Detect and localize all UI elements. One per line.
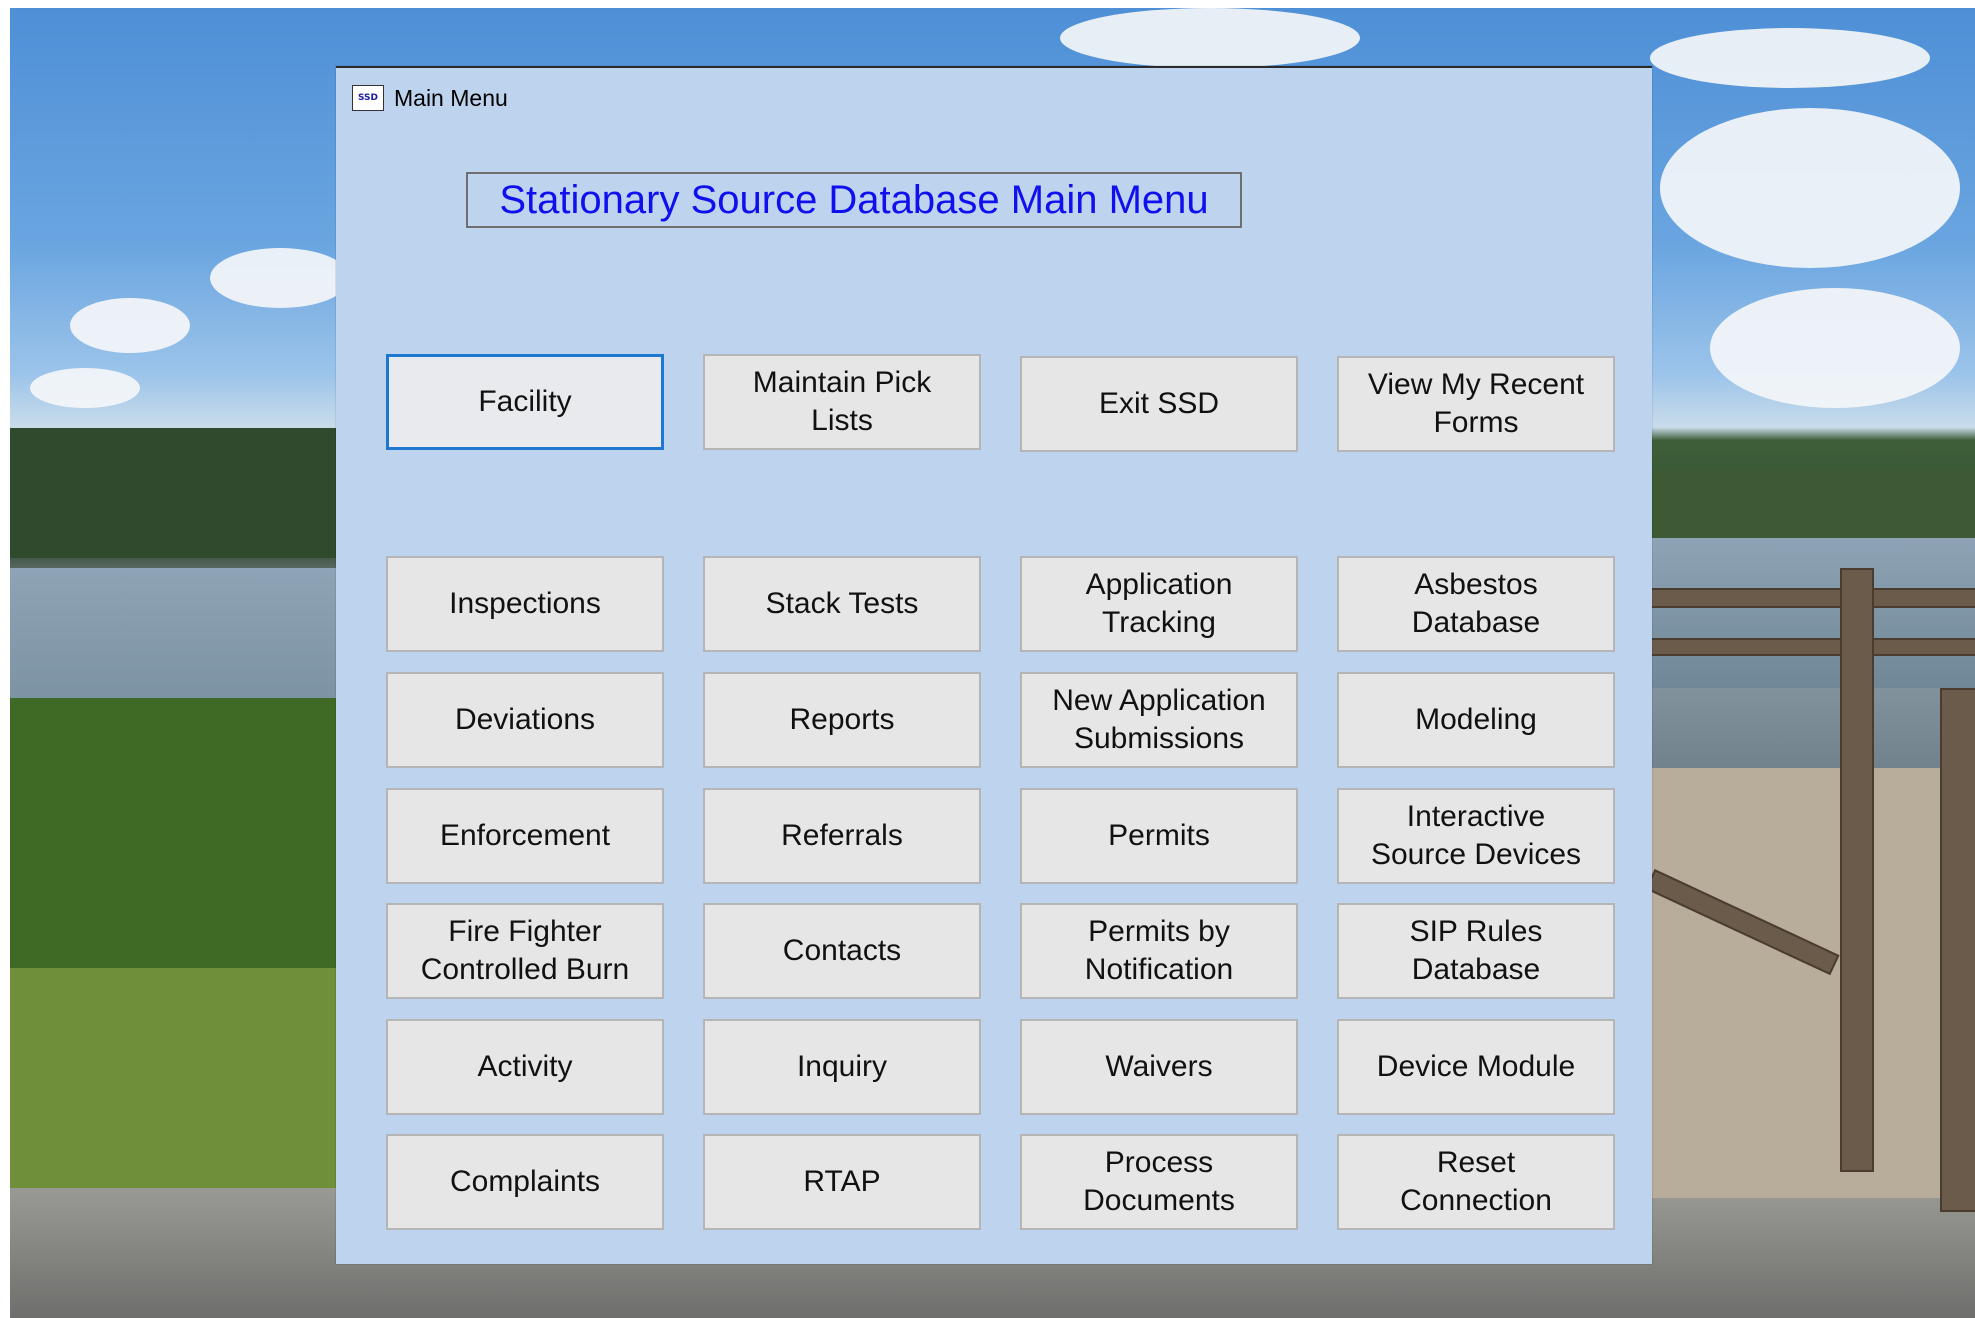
window-title: Main Menu bbox=[394, 84, 508, 111]
reset-connection-button[interactable]: Reset Connection bbox=[1337, 1134, 1615, 1230]
dock-rail bbox=[1650, 588, 1975, 608]
complaints-button[interactable]: Complaints bbox=[386, 1134, 664, 1230]
process-documents-button[interactable]: Process Documents bbox=[1020, 1134, 1298, 1230]
title-bar[interactable]: SSD Main Menu bbox=[336, 68, 1652, 128]
waivers-button[interactable]: Waivers bbox=[1020, 1019, 1298, 1115]
enforcement-button[interactable]: Enforcement bbox=[386, 788, 664, 884]
new-application-submissions-button[interactable]: New Application Submissions bbox=[1020, 672, 1298, 768]
dock-post bbox=[1840, 568, 1874, 1172]
main-menu-window: SSD Main Menu Stationary Source Database… bbox=[336, 66, 1652, 1264]
dock-floor bbox=[1650, 768, 1975, 1198]
reports-button[interactable]: Reports bbox=[703, 672, 981, 768]
exit-ssd-button[interactable]: Exit SSD bbox=[1020, 356, 1298, 452]
modeling-button[interactable]: Modeling bbox=[1337, 672, 1615, 768]
cloud bbox=[30, 368, 140, 408]
facility-button[interactable]: Facility bbox=[386, 354, 664, 450]
lawn bbox=[10, 968, 350, 1218]
ssd-app-icon: SSD bbox=[352, 85, 384, 111]
fire-fighter-controlled-burn-button[interactable]: Fire Fighter Controlled Burn bbox=[386, 903, 664, 999]
maintain-pick-lists-button[interactable]: Maintain Pick Lists bbox=[703, 354, 981, 450]
cloud bbox=[1710, 288, 1960, 408]
inquiry-button[interactable]: Inquiry bbox=[703, 1019, 981, 1115]
device-module-button[interactable]: Device Module bbox=[1337, 1019, 1615, 1115]
permits-button[interactable]: Permits bbox=[1020, 788, 1298, 884]
referrals-button[interactable]: Referrals bbox=[703, 788, 981, 884]
dock-rail bbox=[1650, 638, 1975, 656]
cloud bbox=[1660, 108, 1960, 268]
interactive-source-devices-button[interactable]: Interactive Source Devices bbox=[1337, 788, 1615, 884]
deviations-button[interactable]: Deviations bbox=[386, 672, 664, 768]
page-title: Stationary Source Database Main Menu bbox=[499, 177, 1209, 222]
stack-tests-button[interactable]: Stack Tests bbox=[703, 556, 981, 652]
cloud bbox=[1650, 28, 1930, 88]
asbestos-database-button[interactable]: Asbestos Database bbox=[1337, 556, 1615, 652]
cloud bbox=[1060, 8, 1360, 68]
lake-right bbox=[1650, 538, 1975, 688]
page-title-box: Stationary Source Database Main Menu bbox=[466, 172, 1242, 228]
application-tracking-button[interactable]: Application Tracking bbox=[1020, 556, 1298, 652]
contacts-button[interactable]: Contacts bbox=[703, 903, 981, 999]
treeline-right bbox=[1650, 468, 1975, 538]
activity-button[interactable]: Activity bbox=[386, 1019, 664, 1115]
permits-by-notification-button[interactable]: Permits by Notification bbox=[1020, 903, 1298, 999]
view-my-recent-forms-button[interactable]: View My Recent Forms bbox=[1337, 356, 1615, 452]
cloud bbox=[210, 248, 350, 308]
inspections-button[interactable]: Inspections bbox=[386, 556, 664, 652]
cloud bbox=[70, 298, 190, 353]
rtap-button[interactable]: RTAP bbox=[703, 1134, 981, 1230]
treeline-left bbox=[10, 428, 350, 558]
sip-rules-database-button[interactable]: SIP Rules Database bbox=[1337, 903, 1615, 999]
bushes bbox=[10, 698, 350, 998]
dock-post bbox=[1940, 688, 1975, 1212]
